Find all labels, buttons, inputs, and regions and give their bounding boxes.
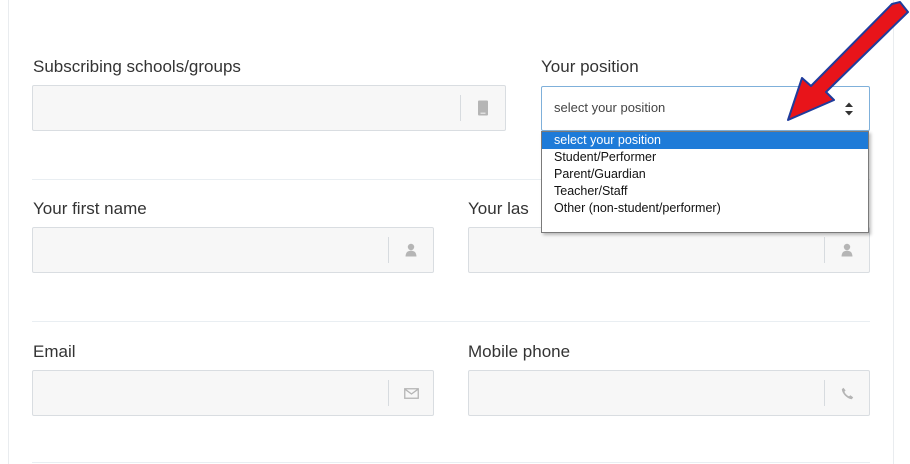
email-icon-wrap: [388, 380, 433, 406]
position-label: Your position: [541, 57, 639, 76]
position-option-teacher[interactable]: Teacher/Staff: [542, 183, 868, 200]
schools-icon-wrap: [460, 95, 505, 121]
position-select-value: select your position: [554, 100, 666, 115]
divider-2: [32, 321, 870, 322]
mobile-input[interactable]: [468, 370, 870, 416]
tablet-icon: [478, 100, 488, 116]
form-page: Subscribing schools/groups Your position…: [0, 0, 910, 464]
position-option-parent[interactable]: Parent/Guardian: [542, 166, 868, 183]
last-name-icon-wrap: [824, 237, 869, 263]
email-label: Email: [33, 342, 76, 361]
user-icon: [405, 243, 417, 257]
left-border: [8, 0, 9, 464]
email-input[interactable]: [32, 370, 434, 416]
phone-icon: [841, 387, 853, 399]
red-arrow: [787, 1, 909, 121]
last-name-label: Your las: [468, 199, 529, 218]
divider-3: [32, 462, 870, 463]
mobile-icon-wrap: [824, 380, 869, 406]
last-name-input[interactable]: [468, 227, 870, 273]
schools-label: Subscribing schools/groups: [33, 57, 241, 76]
position-option-other[interactable]: Other (non-student/performer): [542, 200, 868, 217]
first-name-label: Your first name: [33, 199, 147, 218]
first-name-icon-wrap: [388, 237, 433, 263]
envelope-icon: [403, 387, 419, 399]
position-option-student[interactable]: Student/Performer: [542, 149, 868, 166]
first-name-input[interactable]: [32, 227, 434, 273]
schools-input[interactable]: [32, 85, 506, 131]
user-icon: [841, 243, 853, 257]
position-option-placeholder[interactable]: select your position: [542, 132, 868, 149]
position-dropdown: select your position Student/Performer P…: [541, 131, 869, 233]
mobile-label: Mobile phone: [468, 342, 571, 361]
